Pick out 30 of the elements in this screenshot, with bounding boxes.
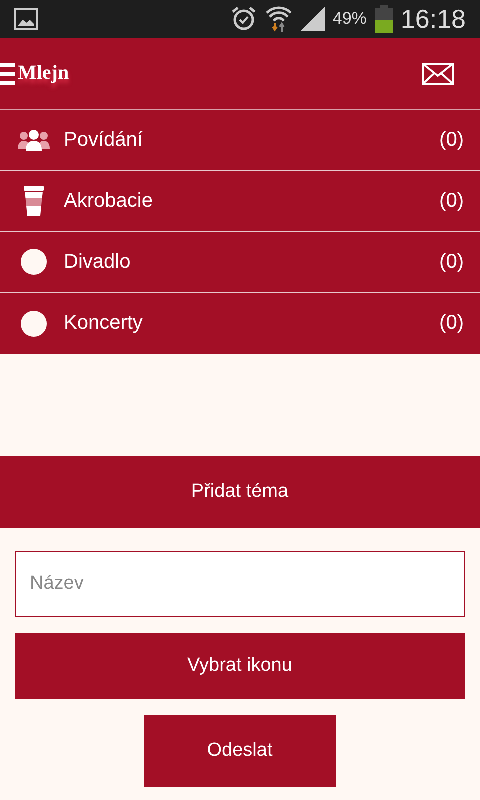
- battery-icon: [374, 5, 393, 33]
- topic-name: Povídání: [64, 128, 144, 152]
- topic-count: (0): [440, 128, 464, 152]
- alarm-icon: [230, 6, 257, 32]
- image-icon: [14, 8, 38, 30]
- submit-button[interactable]: Odeslat: [144, 715, 336, 787]
- cup-icon: [22, 186, 46, 216]
- mail-icon[interactable]: [422, 62, 454, 84]
- section-title: Přidat téma: [0, 456, 480, 528]
- topic-item[interactable]: Akrobacie (0): [0, 171, 480, 232]
- people-icon: [18, 129, 50, 151]
- wifi-icon: [264, 5, 293, 33]
- signal-icon: [300, 7, 325, 31]
- circle-icon: [21, 310, 47, 336]
- topic-item[interactable]: Koncerty (0): [0, 293, 480, 354]
- clock-time: 16:18: [400, 4, 466, 34]
- app-logo: Mlejn: [18, 62, 70, 85]
- topic-name: Akrobacie: [64, 190, 154, 212]
- battery-percent: 49%: [332, 9, 367, 29]
- topic-count: (0): [440, 312, 464, 335]
- menu-icon[interactable]: [0, 62, 15, 84]
- topic-count: (0): [440, 190, 464, 212]
- topic-item[interactable]: Povídání (0): [0, 110, 480, 171]
- circle-icon: [21, 249, 47, 275]
- topic-name: Koncerty: [64, 312, 144, 335]
- topic-item[interactable]: Divadlo (0): [0, 232, 480, 293]
- topic-name: Divadlo: [64, 250, 132, 274]
- name-field[interactable]: Název: [15, 551, 465, 617]
- topic-count: (0): [440, 250, 464, 274]
- choose-icon-button[interactable]: Vybrat ikonu: [15, 633, 465, 699]
